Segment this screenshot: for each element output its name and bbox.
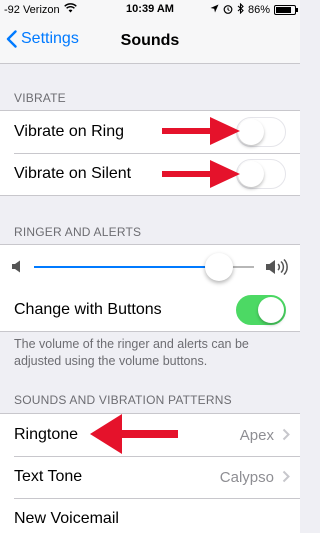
location-icon bbox=[210, 4, 219, 16]
arrow-annotation-icon bbox=[162, 117, 240, 145]
volume-slider-row bbox=[0, 245, 300, 289]
ringtone-label: Ringtone bbox=[14, 426, 79, 443]
new-voicemail-label: New Voicemail bbox=[14, 510, 119, 527]
new-voicemail-row[interactable]: New Voicemail bbox=[0, 498, 300, 533]
text-tone-value: Calypso bbox=[219, 468, 274, 486]
volume-slider-fill bbox=[34, 266, 219, 268]
speaker-low-icon bbox=[12, 260, 22, 278]
status-right: 86% bbox=[210, 2, 298, 17]
change-with-buttons-label: Change with Buttons bbox=[14, 301, 162, 318]
vibrate-group: Vibrate on Ring Vibrate on Silent bbox=[0, 110, 300, 196]
chevron-right-icon bbox=[282, 428, 290, 441]
vibrate-on-ring-row[interactable]: Vibrate on Ring bbox=[0, 111, 300, 153]
change-with-buttons-row[interactable]: Change with Buttons bbox=[0, 289, 300, 331]
ringer-footer-note: The volume of the ringer and alerts can … bbox=[14, 337, 249, 368]
vibrate-on-silent-row[interactable]: Vibrate on Silent bbox=[0, 153, 300, 195]
vibrate-on-ring-toggle[interactable] bbox=[236, 117, 286, 147]
patterns-section-header: SOUNDS AND VIBRATION PATTERNS bbox=[14, 393, 232, 407]
text-tone-row[interactable]: Text Tone Calypso bbox=[0, 456, 300, 498]
page-title: Sounds bbox=[120, 32, 180, 49]
volume-slider-thumb[interactable] bbox=[204, 253, 233, 281]
speaker-high-icon bbox=[266, 258, 288, 280]
bluetooth-icon bbox=[237, 2, 244, 17]
volume-slider[interactable] bbox=[34, 253, 254, 281]
chevron-right-icon bbox=[282, 470, 290, 483]
navigation-bar: Settings Sounds bbox=[0, 20, 300, 64]
battery-percent: 86% bbox=[247, 4, 270, 16]
change-with-buttons-toggle[interactable] bbox=[236, 295, 286, 325]
ringer-group: Change with Buttons bbox=[0, 244, 300, 332]
arrow-annotation-icon bbox=[162, 160, 240, 188]
battery-icon bbox=[274, 5, 298, 15]
vibrate-section-header: VIBRATE bbox=[14, 91, 66, 105]
status-bar: -92 Verizon 10:39 AM 86% bbox=[0, 0, 300, 20]
vibrate-on-silent-label: Vibrate on Silent bbox=[14, 165, 132, 182]
vibrate-on-ring-label: Vibrate on Ring bbox=[14, 123, 124, 140]
toggle-knob bbox=[258, 297, 284, 323]
ringer-section-header: RINGER AND ALERTS bbox=[14, 225, 142, 239]
ringtone-value: Apex bbox=[239, 426, 274, 444]
vibrate-on-silent-toggle[interactable] bbox=[236, 159, 286, 189]
alarm-icon bbox=[223, 4, 233, 17]
text-tone-label: Text Tone bbox=[14, 468, 83, 485]
arrow-annotation-icon bbox=[90, 414, 178, 454]
